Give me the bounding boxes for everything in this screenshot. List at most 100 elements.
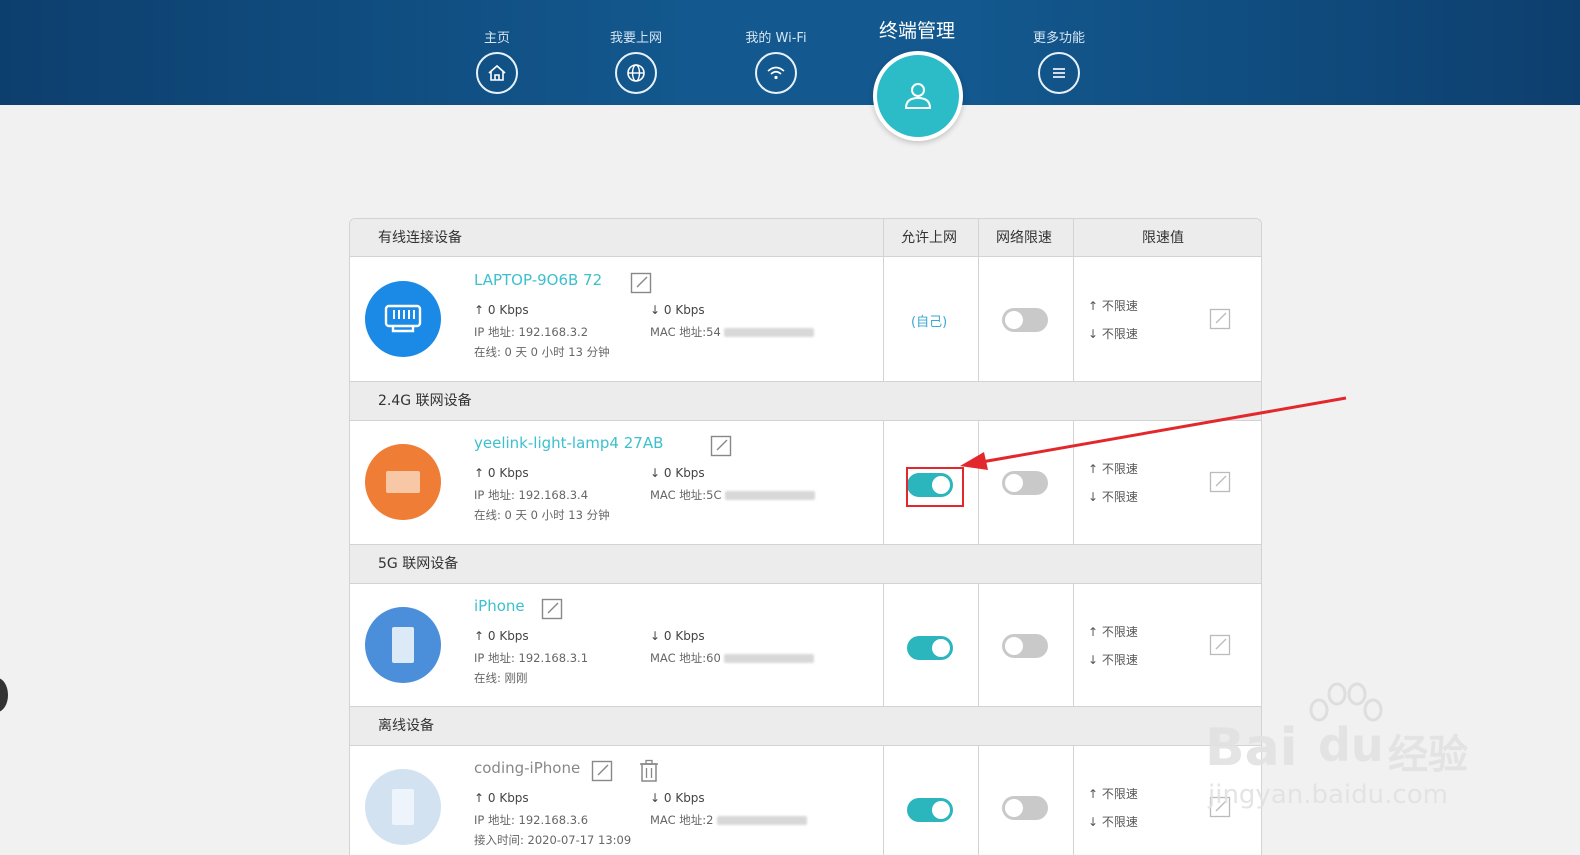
mac-blur: [724, 328, 815, 337]
watermark-brand: Bai: [1205, 718, 1298, 778]
limit-down-value: 不限速: [1101, 653, 1138, 667]
toggle-knob: [1005, 311, 1023, 329]
limit-up: ↑ 不限速: [1088, 787, 1138, 801]
limit-down: ↓ 不限速: [1088, 815, 1138, 829]
nav-wifi[interactable]: 我的 Wi-Fi: [731, 30, 821, 94]
download-rate-value: 0 Kbps: [663, 629, 705, 643]
device-name: yeelink-light-lamp4 27AB: [474, 434, 664, 452]
mac-address-value: MAC 地址:54: [650, 325, 721, 339]
limit-up-value: 不限速: [1101, 787, 1138, 801]
nav-home[interactable]: 主页: [452, 30, 542, 94]
upload-rate: ↑ 0 Kbps: [474, 629, 529, 643]
online-time: 在线: 0 天 0 小时 13 分钟: [474, 508, 610, 522]
edit-icon[interactable]: [591, 760, 613, 782]
section-offline: 离线设备: [350, 706, 1261, 746]
mac-address: MAC 地址:60: [650, 650, 815, 666]
phone-device-icon: [365, 607, 441, 683]
section-5g: 5G 联网设备: [350, 544, 1261, 584]
limit-up-value: 不限速: [1101, 625, 1138, 639]
speed-limit-toggle[interactable]: [1002, 308, 1048, 332]
upload-rate-value: 0 Kbps: [487, 629, 529, 643]
trash-icon[interactable]: [638, 759, 660, 782]
limit-down-value: 不限速: [1101, 815, 1138, 829]
upload-rate: ↑ 0 Kbps: [474, 466, 529, 480]
limit-down-value: 不限速: [1101, 490, 1138, 504]
download-rate-value: 0 Kbps: [663, 791, 705, 805]
mac-blur: [724, 654, 815, 663]
device-name: coding-iPhone: [474, 759, 581, 777]
device-table: 有线连接设备 允许上网 网络限速 限速值 LAPTOP-9O6B 72 ↑ 0 …: [349, 218, 1262, 855]
device-name: iPhone: [474, 597, 525, 615]
baidu-watermark: Bai du 经验 jingyan.baidu.com: [1200, 680, 1500, 820]
device-name: LAPTOP-9O6B 72: [474, 271, 603, 289]
table-row: iPhone ↑ 0 Kbps ↓ 0 Kbps IP 地址: 192.168.…: [350, 583, 1261, 707]
mac-address: MAC 地址:2: [650, 812, 808, 828]
nav-terminal-management[interactable]: 终端管理: [857, 18, 977, 141]
upload-rate-value: 0 Kbps: [487, 791, 529, 805]
speed-limit-toggle[interactable]: [1002, 634, 1048, 658]
edit-icon[interactable]: [710, 435, 732, 457]
download-rate: ↓ 0 Kbps: [650, 629, 705, 643]
online-time: 在线: 0 天 0 小时 13 分钟: [474, 345, 610, 359]
wifi-icon: [755, 52, 797, 94]
lamp-device-icon: [365, 444, 441, 520]
menu-icon: [1038, 52, 1080, 94]
online-time: 在线: 刚刚: [474, 671, 528, 685]
table-header: 有线连接设备 允许上网 网络限速 限速值: [350, 219, 1261, 257]
ip-address: IP 地址: 192.168.3.4: [474, 488, 589, 502]
download-rate: ↓ 0 Kbps: [650, 791, 705, 805]
header-wired: 有线连接设备: [378, 230, 462, 246]
nav-more[interactable]: 更多功能: [1014, 30, 1104, 94]
ip-address: IP 地址: 192.168.3.6: [474, 813, 589, 827]
download-rate: ↓ 0 Kbps: [650, 466, 705, 480]
upload-rate: ↑ 0 Kbps: [474, 303, 529, 317]
watermark-url: jingyan.baidu.com: [1208, 780, 1448, 810]
allow-internet-toggle[interactable]: [907, 636, 953, 660]
edit-limit-icon[interactable]: [1209, 634, 1231, 656]
mac-address: MAC 地址:54: [650, 324, 815, 340]
nav-terminal-label: 终端管理: [878, 20, 955, 42]
upload-rate: ↑ 0 Kbps: [474, 791, 529, 805]
table-row: LAPTOP-9O6B 72 ↑ 0 Kbps ↓ 0 Kbps IP 地址: …: [350, 257, 1261, 381]
download-rate-value: 0 Kbps: [663, 303, 705, 317]
mac-address-value: MAC 地址:2: [650, 813, 714, 827]
nav-wifi-label: 我的 Wi-Fi: [745, 31, 807, 46]
header-limit-toggle: 网络限速: [996, 230, 1052, 246]
toggle-knob: [932, 801, 950, 819]
download-rate: ↓ 0 Kbps: [650, 303, 705, 317]
toggle-knob: [932, 639, 950, 657]
toggle-knob: [1005, 637, 1023, 655]
allow-internet-toggle[interactable]: [907, 798, 953, 822]
mac-address-value: MAC 地址:5C: [650, 488, 722, 502]
mac-address: MAC 地址:5C: [650, 487, 816, 503]
side-handle[interactable]: [0, 678, 8, 712]
nav-internet-label: 我要上网: [609, 31, 662, 46]
speed-limit-toggle[interactable]: [1002, 796, 1048, 820]
edit-icon[interactable]: [541, 598, 563, 620]
limit-up: ↑ 不限速: [1088, 625, 1138, 639]
nav-more-label: 更多功能: [1032, 31, 1085, 46]
upload-rate-value: 0 Kbps: [487, 466, 529, 480]
edit-limit-icon[interactable]: [1209, 308, 1231, 330]
limit-down: ↓ 不限速: [1088, 490, 1138, 504]
user-icon: [873, 51, 963, 141]
edit-icon[interactable]: [630, 272, 652, 294]
mac-blur: [725, 491, 816, 500]
avatar-pixelated: [386, 471, 420, 493]
watermark-brand2: du: [1318, 718, 1384, 772]
header-limit-value: 限速值: [1142, 230, 1184, 246]
self-label: (自己): [911, 315, 948, 330]
limit-up-value: 不限速: [1101, 299, 1138, 313]
limit-down-value: 不限速: [1101, 327, 1138, 341]
limit-down: ↓ 不限速: [1088, 653, 1138, 667]
upload-rate-value: 0 Kbps: [487, 303, 529, 317]
header-allow: 允许上网: [901, 230, 957, 246]
toggle-knob: [1005, 799, 1023, 817]
table-row: coding-iPhone ↑ 0 Kbps ↓ 0 Kbps IP 地址: 1…: [350, 745, 1261, 855]
download-rate-value: 0 Kbps: [663, 466, 705, 480]
nav-internet[interactable]: 我要上网: [591, 30, 681, 94]
avatar-pixelated: [392, 789, 414, 825]
ip-address: IP 地址: 192.168.3.1: [474, 651, 589, 665]
mac-blur: [717, 816, 808, 825]
globe-icon: [615, 52, 657, 94]
